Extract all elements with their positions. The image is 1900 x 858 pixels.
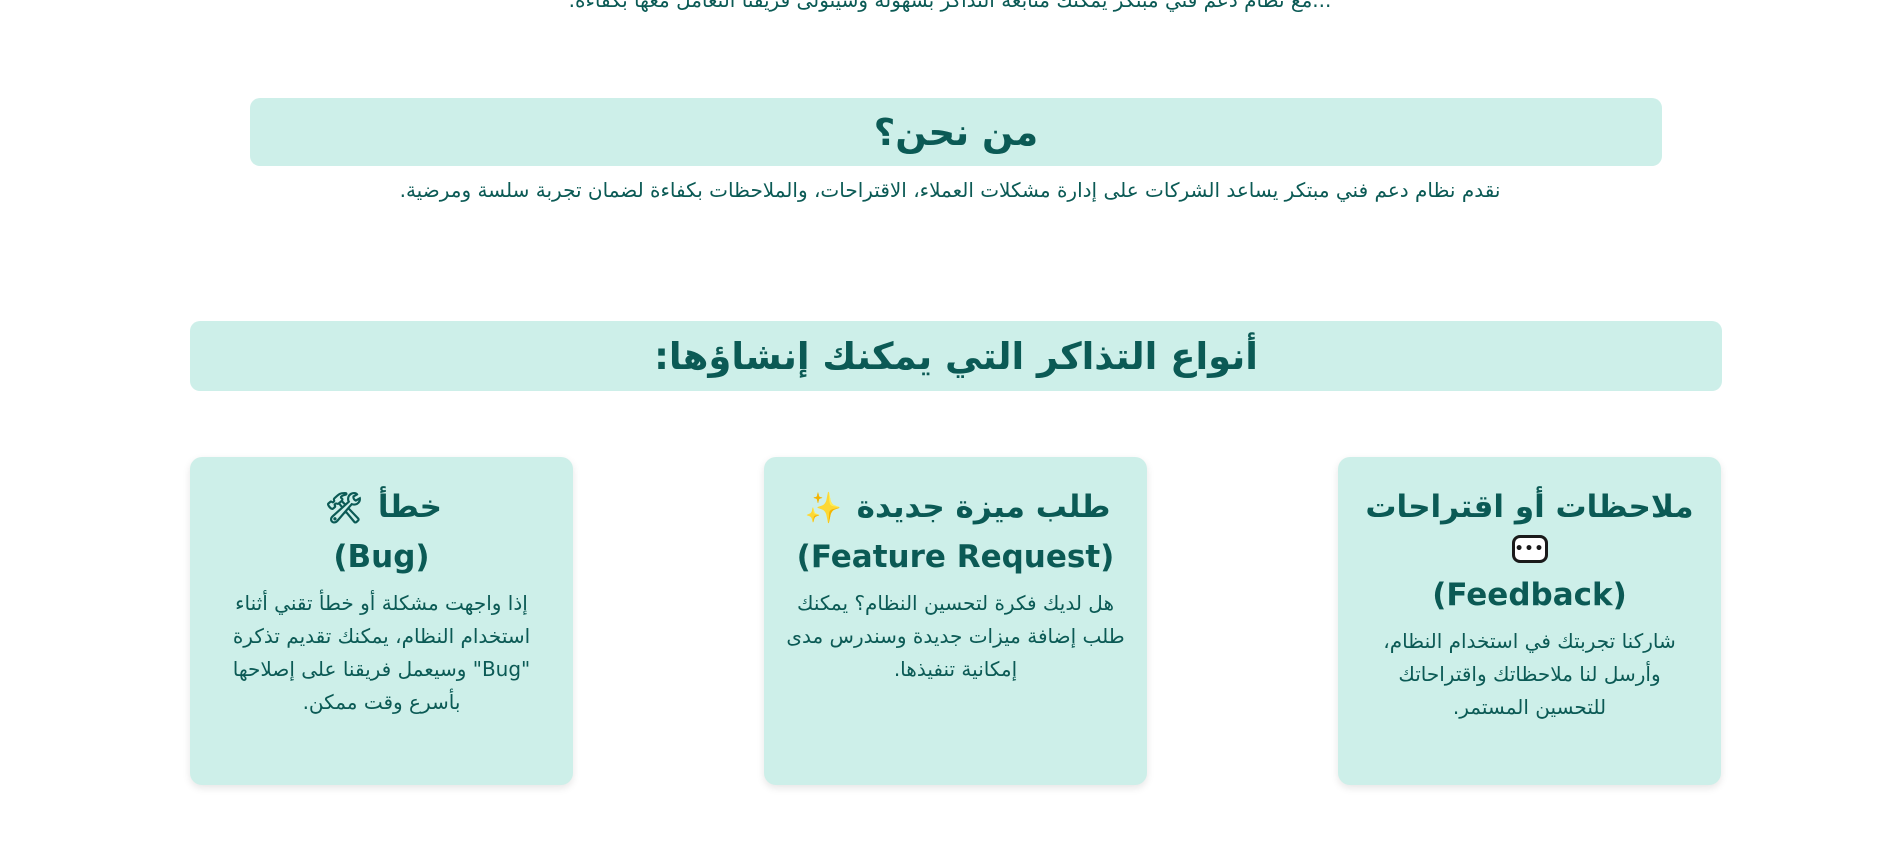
bug-card-subtitle: (Bug) <box>333 538 430 575</box>
feature-request-card-subtitle: (Feature Request) <box>796 538 1115 575</box>
about-description: نقدم نظام دعم فني مبتكر يساعد الشركات عل… <box>399 178 1501 202</box>
about-section-title: من نحن؟ <box>250 98 1662 166</box>
feedback-card: ملاحظات أو اقتراحات (Feedback) شاركنا تج… <box>1338 457 1721 785</box>
speech-bubble-icon <box>1511 534 1548 563</box>
feedback-card-title: ملاحظات أو اقتراحات <box>1360 487 1699 567</box>
page: ...مع نظام دعم فني مبتكر يمكنك متابعة ال… <box>0 0 1900 858</box>
feature-request-card-title: طلب ميزة جديدة ✨ <box>786 487 1125 529</box>
feedback-card-title-text: ملاحظات أو اقتراحات <box>1365 489 1694 525</box>
ticket-types-title: أنواع التذاكر التي يمكنك إنشاؤها: <box>654 334 1258 378</box>
tools-icon: 🛠 <box>324 490 364 526</box>
feature-request-card: طلب ميزة جديدة ✨ (Feature Request) هل لد… <box>764 457 1147 785</box>
intro-text-partial: ...مع نظام دعم فني مبتكر يمكنك متابعة ال… <box>568 0 1332 12</box>
bug-card-title: خطأ 🛠 <box>212 487 551 529</box>
bug-card: خطأ 🛠 (Bug) إذا واجهت مشكلة أو خطأ تقني … <box>190 457 573 785</box>
feedback-card-text: شاركنا تجربتك في استخدام النظام، وأرسل ل… <box>1383 629 1676 719</box>
ticket-types-section-title: أنواع التذاكر التي يمكنك إنشاؤها: <box>190 321 1722 391</box>
feedback-card-subtitle: (Feedback) <box>1432 577 1627 613</box>
feature-request-card-text: هل لديك فكرة لتحسين النظام؟ يمكنك طلب إض… <box>786 590 1125 681</box>
bug-card-text: إذا واجهت مشكلة أو خطأ تقني أثناء استخدا… <box>232 590 531 714</box>
sparkles-icon: ✨ <box>804 490 842 526</box>
bug-card-title-text: خطأ <box>377 489 443 525</box>
about-title: من نحن؟ <box>873 110 1039 154</box>
feature-request-card-title-text: طلب ميزة جديدة <box>856 489 1111 525</box>
